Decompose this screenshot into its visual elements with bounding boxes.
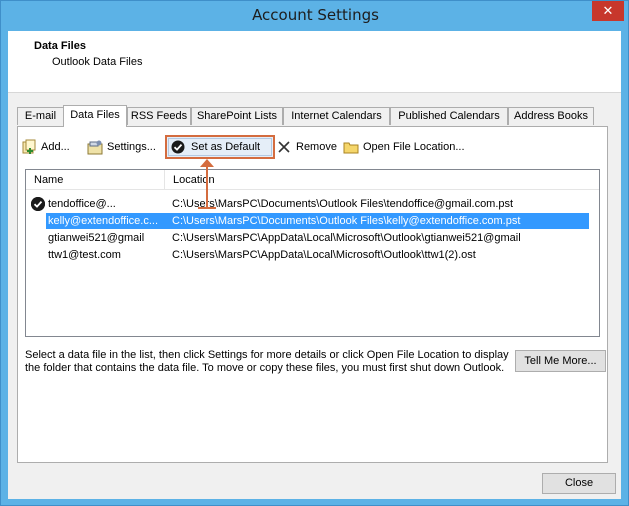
header-title: Data Files	[34, 40, 86, 52]
help-description: Select a data file in the list, then cli…	[25, 349, 509, 374]
row-name: gtianwei521@gmail	[48, 232, 145, 244]
column-header-name[interactable]: Name	[34, 174, 63, 186]
add-file-icon	[21, 139, 37, 155]
remove-button[interactable]: Remove	[276, 137, 337, 157]
column-separator[interactable]	[164, 170, 165, 190]
data-file-list[interactable]: Name Location tendoffice@... C:\Users\Ma…	[25, 169, 600, 337]
tab-rss-feeds[interactable]: RSS Feeds	[127, 107, 191, 125]
window-title: Account Settings	[252, 6, 379, 24]
list-row-tendoffice[interactable]: tendoffice@... C:\Users\MarsPC\Documents…	[26, 196, 599, 212]
folder-icon	[343, 139, 359, 155]
open-file-location-label: Open File Location...	[363, 141, 465, 153]
list-row-kelly[interactable]: kelly@extendoffice.c... C:\Users\MarsPC\…	[26, 213, 599, 229]
close-button[interactable]: Close	[542, 473, 616, 494]
remove-label: Remove	[296, 141, 337, 153]
list-row-ttw1[interactable]: ttw1@test.com C:\Users\MarsPC\AppData\Lo…	[26, 247, 599, 263]
remove-x-icon	[276, 139, 292, 155]
tab-internet-calendars[interactable]: Internet Calendars	[283, 107, 390, 125]
tab-data-files[interactable]: Data Files	[63, 105, 127, 127]
column-header-location[interactable]: Location	[173, 174, 215, 186]
row-location: C:\Users\MarsPC\Documents\Outlook Files\…	[172, 198, 514, 210]
checkmark-icon	[171, 140, 185, 154]
window-close-button[interactable]: ✕	[592, 1, 624, 21]
add-label: Add...	[41, 141, 70, 153]
default-checkmark-icon	[31, 197, 45, 211]
dialog-client-area: Data Files Outlook Data Files E-mail Dat…	[8, 31, 621, 499]
settings-button[interactable]: Settings...	[87, 137, 156, 157]
dialog-header: Data Files Outlook Data Files	[8, 31, 621, 93]
tab-email[interactable]: E-mail	[17, 107, 64, 125]
add-button[interactable]: Add...	[21, 137, 70, 157]
row-name: tendoffice@...	[48, 198, 116, 210]
settings-label: Settings...	[107, 141, 156, 153]
header-subtitle: Outlook Data Files	[52, 56, 143, 68]
tab-sharepoint-lists[interactable]: SharePoint Lists	[191, 107, 283, 125]
annotation-arrow-foot	[198, 207, 216, 209]
row-location: C:\Users\MarsPC\AppData\Local\Microsoft\…	[172, 249, 476, 261]
tell-me-more-button[interactable]: Tell Me More...	[515, 350, 606, 372]
settings-icon	[87, 139, 103, 155]
open-file-location-button[interactable]: Open File Location...	[343, 137, 465, 157]
row-location: C:\Users\MarsPC\Documents\Outlook Files\…	[172, 215, 521, 227]
row-name: ttw1@test.com	[48, 249, 121, 261]
row-name: kelly@extendoffice.c...	[48, 215, 159, 227]
set-as-default-button[interactable]: Set as Default	[165, 135, 275, 159]
data-files-panel: Add... Settings... Set as Default Remove…	[17, 126, 608, 463]
account-settings-window: Account Settings ✕ Data Files Outlook Da…	[0, 0, 629, 506]
set-as-default-label: Set as Default	[191, 141, 261, 153]
list-header: Name Location	[26, 170, 599, 190]
tab-address-books[interactable]: Address Books	[508, 107, 594, 125]
title-bar[interactable]: Account Settings ✕	[1, 1, 628, 31]
row-location: C:\Users\MarsPC\AppData\Local\Microsoft\…	[172, 232, 521, 244]
annotation-arrow-shaft	[206, 164, 208, 208]
tab-published-calendars[interactable]: Published Calendars	[390, 107, 508, 125]
list-row-gtianwei[interactable]: gtianwei521@gmail C:\Users\MarsPC\AppDat…	[26, 230, 599, 246]
